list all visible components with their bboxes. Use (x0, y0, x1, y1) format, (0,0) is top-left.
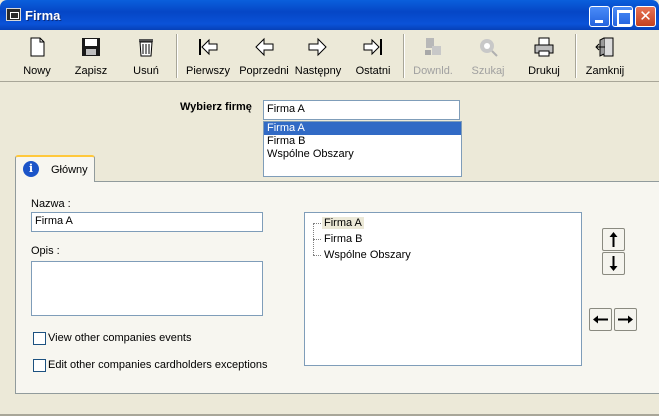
view-events-checkbox[interactable] (33, 332, 46, 345)
download-button[interactable]: Downld. (410, 32, 456, 80)
tab-main-label: Główny (51, 164, 88, 176)
minimize-button[interactable] (589, 6, 610, 27)
name-label: Nazwa : (31, 198, 71, 210)
first-arrow-icon (199, 38, 218, 56)
search-button-label: Szukaj (471, 65, 505, 77)
previous-arrow-icon (255, 37, 274, 57)
arrow-down-icon (609, 256, 618, 271)
toolbar-separator (403, 34, 405, 78)
move-up-button[interactable] (602, 228, 625, 251)
window-title: Firma (25, 8, 61, 23)
company-tree[interactable]: Firma A Firma B Wspólne Obszary (304, 212, 582, 366)
printer-icon (534, 37, 554, 57)
delete-button-label: Usuń (133, 65, 159, 77)
next-arrow-icon (308, 37, 327, 57)
description-textarea[interactable] (31, 261, 263, 316)
move-down-button[interactable] (602, 252, 625, 275)
edit-exceptions-label: Edit other companies cardholders excepti… (48, 359, 268, 371)
company-option[interactable]: Wspólne Obszary (264, 148, 461, 161)
new-button[interactable]: Nowy (15, 32, 59, 80)
trash-can-icon (139, 39, 153, 57)
last-arrow-icon (363, 38, 382, 56)
tree-item[interactable]: Firma B (322, 233, 365, 245)
app-icon (6, 8, 21, 21)
tree-item[interactable]: Wspólne Obszary (322, 249, 413, 261)
delete-button[interactable]: Usuń (124, 32, 168, 80)
save-button-label: Zapisz (74, 65, 108, 77)
previous-button-label: Poprzedni (239, 65, 289, 77)
tree-item[interactable]: Firma A (322, 217, 364, 229)
print-button-label: Drukuj (528, 65, 560, 77)
tab-main[interactable]: i Główny (15, 155, 95, 182)
print-button[interactable]: Drukuj (521, 32, 567, 80)
close-button-label: Zamknij (585, 65, 625, 77)
company-combo-input[interactable]: Firma A (263, 100, 460, 120)
arrow-up-icon (609, 232, 618, 247)
title-bar[interactable]: Firma ✕ (0, 0, 659, 30)
move-right-button[interactable] (614, 308, 637, 331)
last-button[interactable]: Ostatni (350, 32, 396, 80)
view-events-label: View other companies events (48, 332, 192, 344)
first-button-label: Pierwszy (185, 65, 230, 77)
search-icon (480, 39, 498, 57)
download-button-label: Downld. (413, 65, 453, 77)
save-button[interactable]: Zapisz (69, 32, 113, 80)
close-window-button[interactable]: ✕ (635, 6, 656, 27)
toolbar-separator (575, 34, 577, 78)
new-document-icon (30, 37, 45, 57)
arrow-right-icon (618, 315, 633, 324)
info-icon: i (23, 161, 39, 177)
maximize-button[interactable] (612, 6, 633, 27)
search-button[interactable]: Szukaj (466, 32, 510, 80)
description-label: Opis : (31, 245, 60, 257)
next-button-label: Następny (294, 65, 342, 77)
close-icon: ✕ (639, 8, 652, 25)
company-dropdown-list[interactable]: Firma A Firma B Wspólne Obszary (263, 121, 462, 177)
arrow-left-icon (593, 315, 608, 324)
edit-exceptions-checkbox[interactable] (33, 359, 46, 372)
toolbar-separator (176, 34, 178, 78)
company-option[interactable]: Firma B (264, 135, 461, 148)
company-option[interactable]: Firma A (264, 122, 461, 135)
first-button[interactable]: Pierwszy (183, 32, 233, 80)
next-button[interactable]: Następny (293, 32, 343, 80)
tree-connector (313, 255, 321, 256)
toolbar: Nowy Zapisz Usuń Pierwszy Poprzedni Nast… (0, 30, 659, 82)
choose-company-label: Wybierz firmę (180, 101, 252, 113)
tree-connector (313, 239, 321, 240)
close-button[interactable]: Zamknij (582, 32, 628, 80)
name-input[interactable]: Firma A (31, 212, 263, 232)
tree-connector (313, 223, 321, 224)
download-icon (425, 38, 441, 55)
new-button-label: Nowy (23, 65, 51, 77)
exit-door-icon (595, 37, 614, 57)
floppy-disk-icon (82, 38, 100, 56)
previous-button[interactable]: Poprzedni (237, 32, 291, 80)
last-button-label: Ostatni (355, 65, 391, 77)
move-left-button[interactable] (589, 308, 612, 331)
